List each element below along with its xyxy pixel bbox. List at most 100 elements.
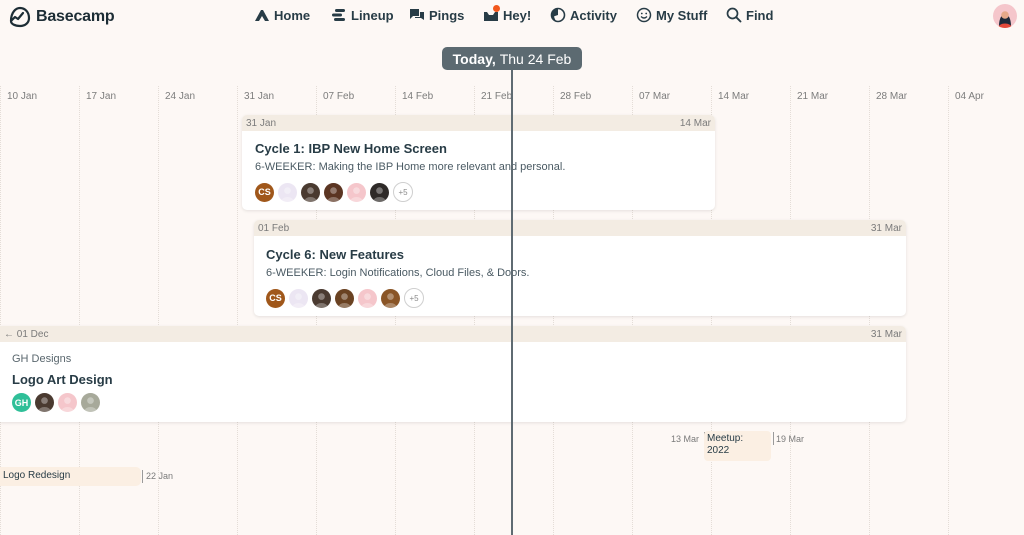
event-logo-redesign[interactable]: Logo Redesign xyxy=(0,467,141,486)
week-label: 04 Apr xyxy=(955,91,984,102)
today-line xyxy=(511,70,513,535)
nav-hey-label: Hey! xyxy=(503,7,532,23)
project-description: 6-WEEKER: Making the IBP Home more relev… xyxy=(255,161,566,173)
week-label: 14 Feb xyxy=(402,91,434,102)
nav-lineup-label: Lineup xyxy=(351,7,394,23)
end-date: 14 Mar xyxy=(679,117,711,129)
week-label: 14 Mar xyxy=(718,91,750,102)
date-range: 01 Feb 31 Mar xyxy=(254,220,906,236)
week-column xyxy=(237,86,238,535)
person-icon xyxy=(280,186,295,202)
event-start-date: 13 Mar xyxy=(671,434,700,444)
avatar-initials: CS xyxy=(258,187,271,197)
nav-pings-label: Pings xyxy=(429,7,465,23)
member-avatar[interactable] xyxy=(58,393,77,412)
today-date: Thu 24 Feb xyxy=(499,50,572,67)
project-title[interactable]: Cycle 1: IBP New Home Screen xyxy=(255,141,715,156)
member-avatar[interactable]: GH xyxy=(12,393,31,412)
today-marker: Today, Thu 24 Feb xyxy=(442,47,582,70)
week-label: 31 Jan xyxy=(244,91,275,102)
member-avatar[interactable] xyxy=(358,288,377,308)
person-icon xyxy=(291,292,306,308)
event-end-tick xyxy=(142,470,143,483)
today-prefix: Today, xyxy=(452,50,496,67)
client-name: GH Designs xyxy=(12,353,72,365)
member-avatar[interactable] xyxy=(335,288,354,308)
nav-lineup[interactable]: Lineup xyxy=(331,7,394,23)
lineup-icon xyxy=(332,9,345,21)
member-avatar[interactable]: CS xyxy=(255,182,274,202)
event-title: Logo Redesign xyxy=(3,470,71,481)
start-date: ← 01 Dec xyxy=(4,328,49,340)
person-icon xyxy=(337,292,352,308)
end-date: 31 Mar xyxy=(870,222,902,234)
nav-hey[interactable]: Hey! xyxy=(483,5,532,23)
project-card[interactable]: ← 01 Dec 31 Mar GH Designs Logo Art Desi… xyxy=(0,326,906,422)
member-avatar[interactable] xyxy=(81,393,100,412)
nav-find[interactable]: Find xyxy=(726,7,773,23)
event-meetup[interactable]: Meetup: 2022 xyxy=(704,431,771,461)
smiley-icon xyxy=(636,7,652,23)
member-avatar[interactable]: CS xyxy=(266,288,285,308)
member-avatar[interactable] xyxy=(324,182,343,202)
member-avatar[interactable] xyxy=(278,182,297,202)
week-label: 17 Jan xyxy=(86,91,117,102)
event-title: Meetup: 2022 xyxy=(707,433,744,456)
member-avatar[interactable] xyxy=(301,182,320,202)
project-title[interactable]: Cycle 6: New Features xyxy=(266,247,906,262)
member-avatar[interactable] xyxy=(381,288,400,308)
nav-activity[interactable]: Activity xyxy=(550,7,617,23)
week-label: 21 Mar xyxy=(797,91,829,102)
week-label: 10 Jan xyxy=(7,91,38,102)
notification-dot xyxy=(493,5,500,12)
week-label: 07 Feb xyxy=(323,91,355,102)
week-column xyxy=(948,86,949,535)
project-title[interactable]: Logo Art Design xyxy=(12,372,906,387)
person-icon xyxy=(314,292,329,308)
week-column xyxy=(158,86,159,535)
week-label: 07 Mar xyxy=(639,91,671,102)
person-icon xyxy=(360,292,375,308)
basecamp-logo[interactable]: Basecamp xyxy=(8,6,115,28)
person-icon xyxy=(349,186,364,202)
person-icon xyxy=(60,397,75,412)
event-end-date: 22 Jan xyxy=(146,471,174,481)
date-range: ← 01 Dec 31 Mar xyxy=(0,326,906,342)
person-icon xyxy=(326,186,341,202)
person-icon xyxy=(37,397,52,412)
nav-my-stuff[interactable]: My Stuff xyxy=(636,7,707,23)
project-card[interactable]: 31 Jan 14 Mar Cycle 1: IBP New Home Scre… xyxy=(242,115,715,210)
more-members-badge[interactable]: +5 xyxy=(393,182,413,202)
date-range: 31 Jan 14 Mar xyxy=(242,115,715,131)
app-name: Basecamp xyxy=(36,8,115,25)
member-avatar[interactable] xyxy=(347,182,366,202)
project-members: CS +5 xyxy=(255,182,715,202)
member-avatar[interactable] xyxy=(312,288,331,308)
search-icon xyxy=(726,7,742,23)
person-icon xyxy=(372,186,387,202)
nav-pings[interactable]: Pings xyxy=(409,7,464,23)
nav-home-label: Home xyxy=(274,7,311,23)
more-members-badge[interactable]: +5 xyxy=(404,288,424,308)
project-members: CS +5 xyxy=(266,288,906,308)
person-icon xyxy=(83,397,98,412)
member-avatar[interactable] xyxy=(370,182,389,202)
home-icon xyxy=(255,10,269,21)
project-card[interactable]: 01 Feb 31 Mar Cycle 6: New Features 6-WE… xyxy=(254,220,906,316)
member-avatar[interactable] xyxy=(35,393,54,412)
nav-home[interactable]: Home xyxy=(254,7,310,23)
basecamp-logo-icon xyxy=(9,6,31,28)
nav-activity-label: Activity xyxy=(570,7,617,23)
nav-find-label: Find xyxy=(746,7,774,23)
person-icon xyxy=(383,292,398,308)
start-date: 31 Jan xyxy=(246,117,277,129)
start-date: 01 Feb xyxy=(258,222,290,234)
end-date: 31 Mar xyxy=(870,328,902,340)
project-description: 6-WEEKER: Login Notifications, Cloud Fil… xyxy=(266,267,530,279)
event-end-tick xyxy=(773,432,774,445)
user-avatar[interactable] xyxy=(993,4,1017,28)
avatar-initials: CS xyxy=(269,293,282,303)
avatar-initials: GH xyxy=(14,397,29,408)
activity-icon xyxy=(550,7,566,23)
member-avatar[interactable] xyxy=(289,288,308,308)
